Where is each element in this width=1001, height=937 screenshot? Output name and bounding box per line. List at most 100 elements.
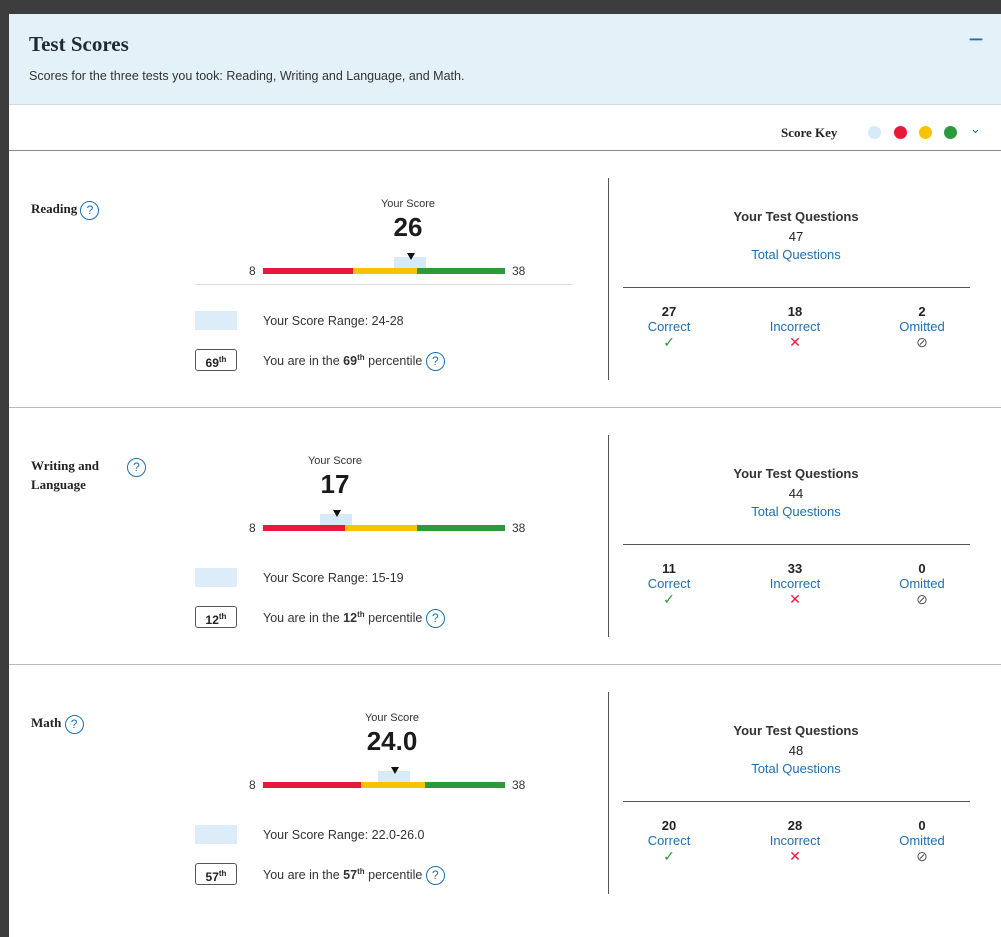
scale-underline bbox=[195, 284, 573, 285]
section-title: Math ? bbox=[31, 713, 84, 734]
x-icon: ✕ bbox=[789, 334, 801, 350]
panel-header: Test Scores Scores for the three tests y… bbox=[9, 14, 1001, 105]
scale-yellow-segment bbox=[361, 782, 425, 788]
incorrect-link[interactable]: Incorrect bbox=[750, 576, 840, 591]
check-icon: ✓ bbox=[663, 334, 675, 350]
section-math: Math ? Your Score 24.0 8 38 Your Score R… bbox=[9, 665, 1001, 937]
scale-max: 38 bbox=[512, 264, 526, 278]
help-icon[interactable]: ? bbox=[127, 458, 146, 477]
score-marker-icon bbox=[391, 767, 399, 774]
omitted-stat: 2 Omitted ⊘ bbox=[877, 304, 967, 350]
score-range-text: Your Score Range: 22.0-26.0 bbox=[263, 828, 425, 842]
omitted-stat: 0 Omitted ⊘ bbox=[877, 561, 967, 607]
score-marker-icon bbox=[407, 253, 415, 260]
score-key-red-dot bbox=[894, 126, 907, 139]
incorrect-stat: 33 Incorrect ✕ bbox=[750, 561, 840, 607]
scale-min: 8 bbox=[249, 778, 256, 792]
questions-divider bbox=[623, 287, 970, 288]
questions-title: Your Test Questions bbox=[733, 723, 859, 738]
section-title: Reading ? bbox=[31, 199, 100, 220]
total-questions-link[interactable]: Total Questions bbox=[696, 761, 896, 776]
total-questions-count: 44 bbox=[788, 486, 804, 501]
omitted-link[interactable]: Omitted bbox=[877, 833, 967, 848]
percentile-text: You are in the 12th percentile ? bbox=[263, 609, 445, 628]
check-icon: ✓ bbox=[663, 591, 675, 607]
scale-yellow-segment bbox=[345, 525, 417, 531]
score-range-swatch bbox=[195, 568, 237, 587]
omitted-stat: 0 Omitted ⊘ bbox=[877, 818, 967, 864]
section-title: Writing and Language bbox=[31, 456, 131, 494]
score-key-yellow-dot bbox=[919, 126, 932, 139]
percentile-badge: 57th bbox=[195, 863, 237, 885]
score-key-label[interactable]: Score Key bbox=[781, 125, 837, 141]
scale-green-segment bbox=[417, 268, 505, 274]
section-title-text: Math bbox=[31, 715, 62, 730]
omitted-link[interactable]: Omitted bbox=[877, 576, 967, 591]
correct-link[interactable]: Correct bbox=[624, 319, 714, 334]
incorrect-link[interactable]: Incorrect bbox=[750, 833, 840, 848]
collapse-icon[interactable]: − bbox=[965, 26, 987, 52]
questions-title: Your Test Questions bbox=[733, 466, 859, 481]
questions-divider bbox=[623, 801, 970, 802]
scale-min: 8 bbox=[249, 264, 256, 278]
score-range-text: Your Score Range: 24-28 bbox=[263, 314, 404, 328]
percentile-badge: 69th bbox=[195, 349, 237, 371]
scale-green-segment bbox=[425, 782, 505, 788]
score-range-swatch bbox=[195, 311, 237, 330]
score-key-green-dot bbox=[944, 126, 957, 139]
section-title-text: Reading bbox=[31, 201, 78, 216]
score-value: 17 bbox=[320, 469, 350, 499]
vertical-divider bbox=[608, 178, 609, 380]
panel-subtitle: Scores for the three tests you took: Rea… bbox=[29, 69, 465, 83]
omitted-icon: ⊘ bbox=[916, 848, 928, 864]
scale-green-segment bbox=[417, 525, 505, 531]
percentile-badge: 12th bbox=[195, 606, 237, 628]
help-icon[interactable]: ? bbox=[425, 609, 445, 628]
correct-stat: 27 Correct ✓ bbox=[624, 304, 714, 350]
help-icon[interactable]: ? bbox=[425, 866, 445, 885]
score-range-text: Your Score Range: 15-19 bbox=[263, 571, 404, 585]
correct-link[interactable]: Correct bbox=[624, 576, 714, 591]
test-scores-panel: Test Scores Scores for the three tests y… bbox=[9, 14, 1001, 937]
total-questions-count: 47 bbox=[788, 229, 804, 244]
your-score-label: Your Score bbox=[380, 198, 436, 210]
help-icon[interactable]: ? bbox=[80, 200, 100, 220]
scale-max: 38 bbox=[512, 521, 526, 535]
panel-title: Test Scores bbox=[29, 32, 129, 56]
section-reading: Reading ? Your Score 26 8 38 Your Score … bbox=[9, 151, 1001, 408]
section-writing-and-language: Writing and Language ? Your Score 17 8 3… bbox=[9, 408, 1001, 665]
help-icon[interactable]: ? bbox=[425, 352, 445, 371]
omitted-icon: ⊘ bbox=[916, 591, 928, 607]
scale-red-segment bbox=[263, 268, 353, 274]
total-questions-count: 48 bbox=[788, 743, 804, 758]
vertical-divider bbox=[608, 435, 609, 637]
correct-stat: 20 Correct ✓ bbox=[624, 818, 714, 864]
help-icon[interactable]: ? bbox=[64, 714, 84, 734]
score-marker-icon bbox=[333, 510, 341, 517]
x-icon: ✕ bbox=[789, 591, 801, 607]
scale-red-segment bbox=[263, 782, 361, 788]
your-score-label: Your Score bbox=[307, 455, 363, 467]
score-value: 24.0 bbox=[366, 726, 418, 756]
percentile-text: You are in the 57th percentile ? bbox=[263, 866, 445, 885]
questions-divider bbox=[623, 544, 970, 545]
x-icon: ✕ bbox=[789, 848, 801, 864]
total-questions-link[interactable]: Total Questions bbox=[696, 247, 896, 262]
total-questions-link[interactable]: Total Questions bbox=[696, 504, 896, 519]
correct-stat: 11 Correct ✓ bbox=[624, 561, 714, 607]
your-score-label: Your Score bbox=[364, 712, 420, 724]
scale-yellow-segment bbox=[353, 268, 417, 274]
vertical-divider bbox=[608, 692, 609, 894]
incorrect-stat: 18 Incorrect ✕ bbox=[750, 304, 840, 350]
questions-title: Your Test Questions bbox=[733, 209, 859, 224]
percentile-text: You are in the 69th percentile ? bbox=[263, 352, 445, 371]
section-title-text: Writing and Language bbox=[31, 458, 100, 492]
omitted-link[interactable]: Omitted bbox=[877, 319, 967, 334]
scale-max: 38 bbox=[512, 778, 526, 792]
correct-link[interactable]: Correct bbox=[624, 833, 714, 848]
incorrect-link[interactable]: Incorrect bbox=[750, 319, 840, 334]
chevron-down-icon[interactable]: ⌄ bbox=[970, 121, 981, 137]
score-key-light-blue-dot bbox=[868, 126, 881, 139]
check-icon: ✓ bbox=[663, 848, 675, 864]
scale-red-segment bbox=[263, 525, 345, 531]
